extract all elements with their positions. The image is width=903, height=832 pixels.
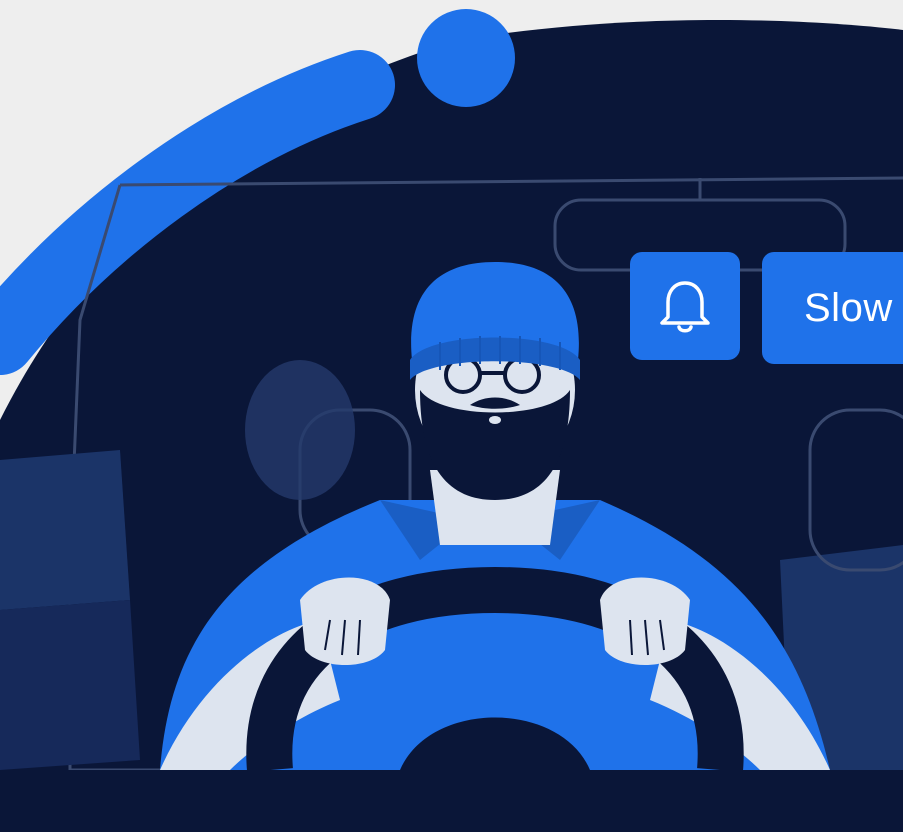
side-window	[0, 450, 130, 610]
scene-artwork	[0, 9, 903, 832]
passenger-shadow	[245, 360, 355, 500]
alert-message-chip: Slow	[762, 252, 903, 364]
side-panel	[0, 600, 140, 770]
driver-illustration: Slow	[0, 0, 903, 832]
mouth	[489, 416, 501, 424]
alert-bell-chip	[630, 252, 740, 360]
blue-dot	[417, 9, 515, 107]
alert-message: Slow	[804, 285, 893, 330]
dashboard	[0, 770, 903, 832]
bell-icon	[654, 275, 716, 337]
